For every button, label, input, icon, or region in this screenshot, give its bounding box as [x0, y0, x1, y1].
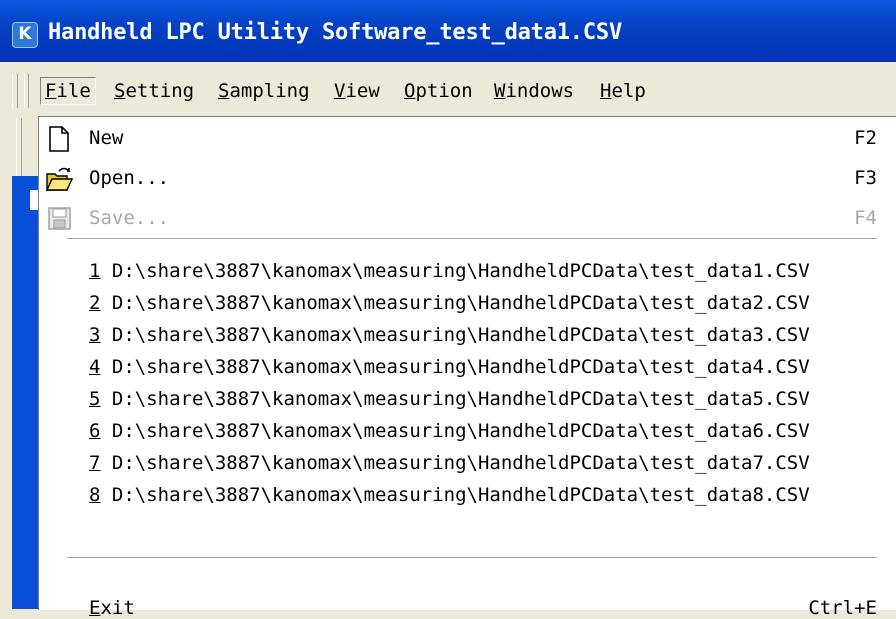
menu-item-exit[interactable]: Exit [89, 597, 135, 619]
recent-file-path: D:\share\3887\kanomax\measuring\Handheld… [111, 484, 810, 506]
toolbar-grip[interactable] [16, 118, 22, 178]
recent-file-item[interactable]: 8 D:\share\3887\kanomax\measuring\Handhe… [89, 480, 810, 510]
recent-file-number: 8 [89, 484, 101, 506]
new-document-icon [49, 126, 69, 152]
menu-item-label: New [89, 127, 124, 149]
window-title: Handheld LPC Utility Software_test_data1… [48, 20, 622, 45]
recent-file-path: D:\share\3887\kanomax\measuring\Handheld… [111, 452, 810, 474]
menu-view[interactable]: View [330, 78, 384, 104]
recent-file-path: D:\share\3887\kanomax\measuring\Handheld… [111, 260, 810, 282]
save-disk-icon [48, 207, 71, 230]
menu-option[interactable]: Option [400, 78, 477, 104]
recent-file-path: D:\share\3887\kanomax\measuring\Handheld… [111, 420, 810, 442]
recent-file-number: 3 [89, 324, 101, 346]
menu-separator [67, 238, 877, 239]
menu-separator [67, 557, 877, 558]
menu-bar: File Setting Sampling View Option Window… [0, 62, 896, 118]
recent-file-path: D:\share\3887\kanomax\measuring\Handheld… [111, 324, 810, 346]
menu-setting-accel: S [114, 80, 126, 102]
menu-view-accel: V [334, 80, 346, 102]
recent-file-number: 1 [89, 260, 101, 282]
menu-help[interactable]: Help [596, 78, 650, 104]
recent-file-item[interactable]: 1 D:\share\3887\kanomax\measuring\Handhe… [89, 256, 810, 286]
menu-item-shortcut: F2 [854, 127, 877, 149]
menu-item-shortcut: Ctrl+E [808, 597, 877, 619]
menu-setting[interactable]: Setting [110, 78, 198, 104]
recent-file-number: 6 [89, 420, 101, 442]
recent-file-path: D:\share\3887\kanomax\measuring\Handheld… [111, 292, 810, 314]
menu-windows[interactable]: Windows [490, 78, 578, 104]
menu-setting-label: etting [125, 80, 195, 102]
menu-item-label: Open... [89, 167, 170, 189]
recent-file-path: D:\share\3887\kanomax\measuring\Handheld… [111, 356, 810, 378]
menu-item-exit-label: xit [100, 597, 135, 619]
menu-file-label: ile [56, 80, 91, 102]
recent-file-item[interactable]: 4 D:\share\3887\kanomax\measuring\Handhe… [89, 352, 810, 382]
menu-item-exit-accel: E [89, 597, 101, 619]
menu-item-save: Save... F4 [39, 199, 896, 239]
menu-view-label: iew [345, 80, 380, 102]
menu-item-shortcut: F3 [854, 167, 877, 189]
toolbar-grip[interactable] [24, 74, 29, 108]
open-folder-icon [45, 167, 73, 191]
menu-windows-label: indows [505, 80, 575, 102]
menu-item-shortcut: F4 [854, 207, 877, 229]
menu-sampling[interactable]: Sampling [214, 78, 314, 104]
recent-file-item[interactable]: 2 D:\share\3887\kanomax\measuring\Handhe… [89, 288, 810, 318]
toolbar-grip[interactable] [12, 74, 18, 108]
recent-file-number: 7 [89, 452, 101, 474]
app-logo-icon[interactable] [12, 22, 38, 48]
file-menu-dropdown: New F2 Open... F3 Save... F4 1 D:\share\… [38, 116, 896, 619]
recent-file-item[interactable]: 5 D:\share\3887\kanomax\measuring\Handhe… [89, 384, 810, 414]
menu-option-accel: O [404, 80, 416, 102]
menu-item-new[interactable]: New F2 [39, 119, 896, 159]
menu-item-label: Save... [89, 207, 170, 229]
child-window-titlebar[interactable] [12, 176, 40, 609]
menu-help-accel: H [600, 80, 612, 102]
menu-item-open[interactable]: Open... F3 [39, 159, 896, 199]
menu-file[interactable]: File [40, 77, 96, 105]
menu-option-label: ption [415, 80, 473, 102]
recent-file-path: D:\share\3887\kanomax\measuring\Handheld… [111, 388, 810, 410]
menu-sampling-label: ampling [229, 80, 310, 102]
menu-sampling-accel: S [218, 80, 230, 102]
recent-file-item[interactable]: 6 D:\share\3887\kanomax\measuring\Handhe… [89, 416, 810, 446]
recent-file-item[interactable]: 3 D:\share\3887\kanomax\measuring\Handhe… [89, 320, 810, 350]
recent-file-number: 2 [89, 292, 101, 314]
background-window-edge [0, 118, 40, 609]
menu-windows-accel: W [494, 80, 506, 102]
menu-help-label: elp [611, 80, 646, 102]
menu-file-accel: F [45, 80, 57, 102]
recent-file-number: 4 [89, 356, 101, 378]
recent-file-item[interactable]: 7 D:\share\3887\kanomax\measuring\Handhe… [89, 448, 810, 478]
recent-file-number: 5 [89, 388, 101, 410]
title-bar[interactable]: Handheld LPC Utility Software_test_data1… [0, 0, 896, 62]
